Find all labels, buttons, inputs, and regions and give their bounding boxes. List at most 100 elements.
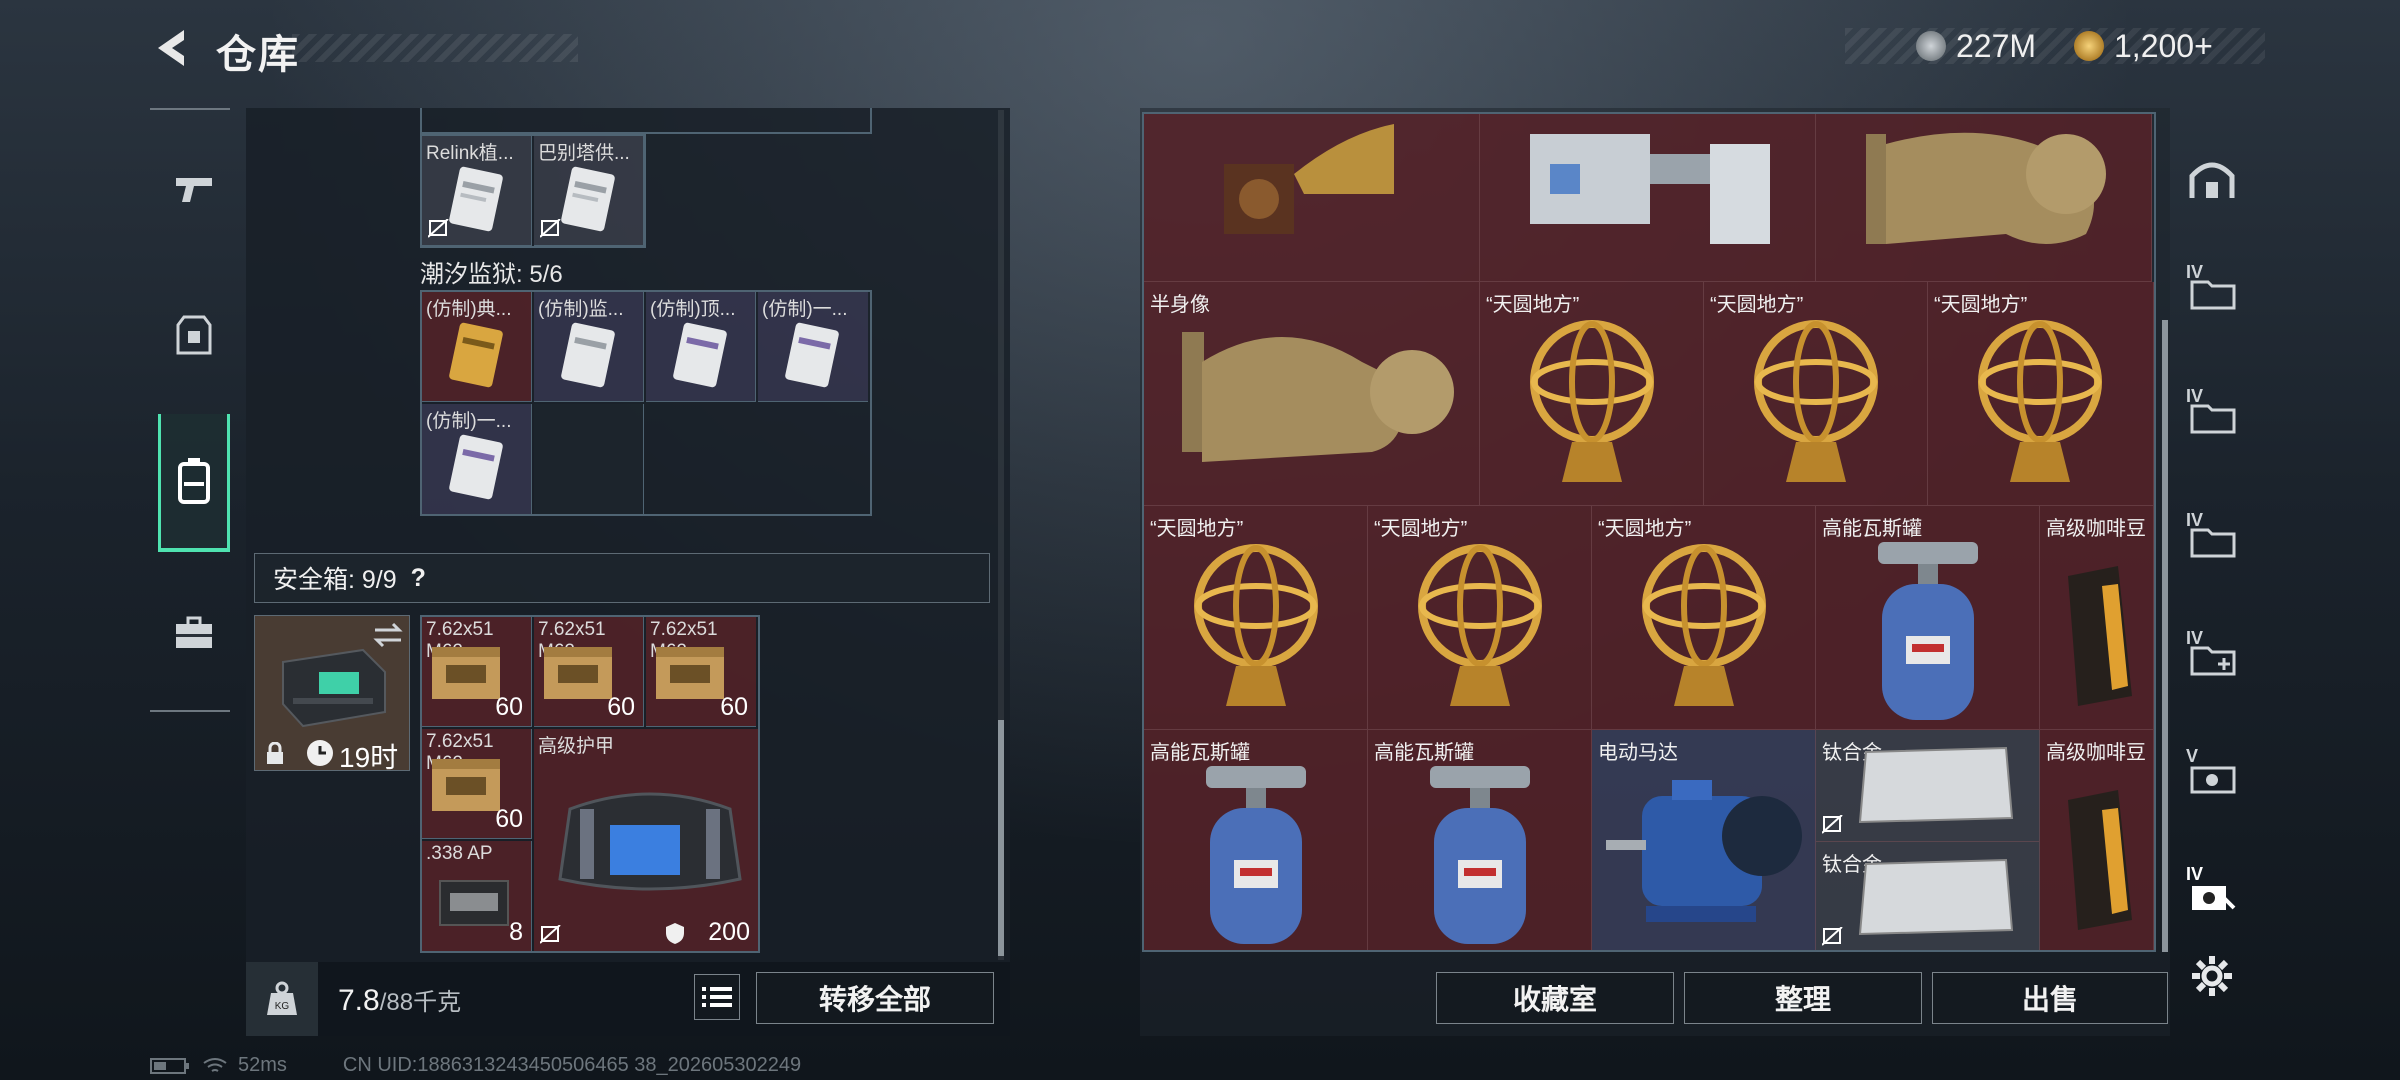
tab-storage-tools[interactable]: V: [2176, 730, 2248, 814]
collection-button[interactable]: 收藏室: [1436, 972, 1674, 1024]
coffee-bag-icon: [2068, 790, 2132, 930]
gas-tank-slot[interactable]: 高能瓦斯罐: [1816, 506, 2040, 730]
folder-icon: [2190, 280, 2236, 310]
ammo-case-icon: [439, 880, 509, 926]
nav-armor[interactable]: [158, 290, 230, 380]
right-scroll-thumb[interactable]: [2162, 320, 2168, 952]
item-slot[interactable]: (仿制)一...: [758, 292, 868, 402]
motor-slot[interactable]: 电动马达: [1592, 730, 1816, 950]
bust-slot[interactable]: 半身像: [1144, 282, 1480, 506]
item-slot[interactable]: Relink植...: [422, 136, 532, 246]
item-name: Relink植...: [426, 143, 514, 164]
document-card-icon: [449, 434, 503, 500]
bust-icon: [1182, 332, 1454, 462]
item-name: (仿制)顶...: [650, 299, 736, 320]
back-button[interactable]: [150, 26, 194, 70]
currency-premium[interactable]: 1,200+: [2074, 28, 2213, 64]
tab-storage-3[interactable]: IV: [2176, 494, 2248, 578]
uid-text: CN UID:1886313243450506465 38_2026053022…: [342, 1054, 802, 1076]
kg-weight-icon: KG: [267, 981, 297, 1015]
ping-text: 52ms: [238, 1054, 287, 1076]
armillary-slot[interactable]: “天圆地方”: [1368, 506, 1592, 730]
machine-arm-slot[interactable]: [1480, 114, 1816, 282]
item-name: (仿制)一...: [426, 411, 512, 432]
settings-button[interactable]: [2176, 934, 2248, 1018]
premium-coin-icon: [2074, 31, 2104, 61]
clock-icon: [307, 740, 333, 766]
left-scroll-thumb[interactable]: [998, 720, 1004, 956]
item-slot[interactable]: 巴别塔供...: [534, 136, 644, 246]
swap-icon[interactable]: [371, 622, 405, 648]
list-view-button[interactable]: [694, 974, 740, 1020]
safe-case-slot[interactable]: 19时: [254, 615, 410, 773]
armillary-slot[interactable]: “天圆地方”: [1704, 282, 1928, 506]
item-slot[interactable]: (仿制)典...: [422, 292, 532, 402]
coffee-bag-icon: [2068, 566, 2132, 706]
titanium-slot[interactable]: 钛合金: [1816, 842, 2040, 950]
ammo-slot[interactable]: 7.62x51 M62 60: [422, 617, 532, 727]
armillary-slot[interactable]: “天圆地方”: [1592, 506, 1816, 730]
battery-icon: [150, 1057, 189, 1074]
wifi-icon: [203, 1057, 227, 1072]
document-card-icon: [561, 322, 615, 388]
metal-sheet-icon: [1858, 858, 2014, 936]
item-count: 60: [607, 693, 635, 721]
tab-storage-1[interactable]: IV: [2176, 246, 2248, 330]
toolbox-icon: [176, 616, 212, 648]
item-slot[interactable]: (仿制)一...: [422, 404, 532, 514]
item-slot[interactable]: (仿制)顶...: [646, 292, 756, 402]
ammo-slot[interactable]: 7.62x51 M62 60: [646, 617, 756, 727]
tide-prison-grid: (仿制)典... (仿制)监... (仿制)顶... (仿制)一... (仿制)…: [420, 290, 872, 516]
tab-storage-selected[interactable]: IV: [2176, 848, 2248, 932]
bust-icon: [1866, 132, 2106, 244]
folder-icon: [2190, 404, 2236, 434]
armillary-slot[interactable]: “天圆地方”: [1928, 282, 2154, 506]
help-button[interactable]: ?: [411, 564, 426, 593]
robot-arm-icon: [1530, 134, 1770, 244]
armillary-slot[interactable]: “天圆地方”: [1480, 282, 1704, 506]
tab-storage-medical[interactable]: IV: [2176, 612, 2248, 696]
back-arrow-icon: [158, 30, 184, 66]
ammo-slot[interactable]: 7.62x51 M62 60: [422, 729, 532, 839]
nav-backpack[interactable]: [158, 414, 230, 552]
titanium-slot[interactable]: 钛合金: [1816, 730, 2040, 842]
organize-button[interactable]: 整理: [1684, 972, 1922, 1024]
title-decoration: [292, 34, 578, 62]
sell-button[interactable]: 出售: [1932, 972, 2168, 1024]
coffee-slot[interactable]: 高级咖啡豆: [2040, 730, 2154, 950]
weight-readout: 7.8 /88千克: [338, 982, 461, 1018]
partial-grid-top: [420, 108, 872, 134]
gas-tank-slot[interactable]: 高能瓦斯罐: [1368, 730, 1592, 950]
gas-tank-slot[interactable]: 高能瓦斯罐: [1144, 730, 1368, 950]
weight-max: /88千克: [379, 989, 462, 1016]
currency-coins[interactable]: 227M: [1916, 28, 2036, 64]
tab-storage-2[interactable]: IV: [2176, 370, 2248, 454]
item-name: .338 AP: [426, 843, 493, 864]
tide-prison-label: 潮汐监狱: 5/6: [420, 261, 563, 288]
ammo-box-icon: [432, 647, 500, 699]
tab-home[interactable]: [2176, 136, 2248, 220]
armor-slot[interactable]: 高级护甲 200: [534, 729, 758, 951]
page-title: 仓库: [216, 33, 300, 77]
bust-slot-top[interactable]: [1816, 114, 2152, 282]
item-name: 巴别塔供...: [538, 143, 630, 164]
nav-weapons[interactable]: [158, 144, 230, 234]
item-name: 高级咖啡豆: [2046, 742, 2146, 764]
nav-toolbox[interactable]: [158, 588, 230, 678]
container-grid-top: Relink植... 巴别塔供...: [420, 134, 646, 248]
ammo-slot[interactable]: .338 AP 8: [422, 841, 532, 951]
list-icon: [702, 987, 732, 1007]
gear-icon: [2192, 956, 2232, 996]
item-name: 高级护甲: [538, 736, 615, 757]
empty-slot[interactable]: [534, 404, 644, 514]
item-slot[interactable]: (仿制)监...: [534, 292, 644, 402]
coin-icon: [1916, 31, 1946, 61]
gramophone-slot[interactable]: [1144, 114, 1480, 282]
coffee-slot[interactable]: 高级咖啡豆: [2040, 506, 2154, 730]
transfer-all-button[interactable]: 转移全部: [756, 972, 994, 1024]
camera-folder-icon: [2192, 886, 2236, 910]
armillary-slot[interactable]: “天圆地方”: [1144, 506, 1368, 730]
medical-folder-icon: [2190, 646, 2236, 676]
armillary-sphere-icon: [1754, 320, 1878, 482]
ammo-slot[interactable]: 7.62x51 M62 60: [534, 617, 644, 727]
